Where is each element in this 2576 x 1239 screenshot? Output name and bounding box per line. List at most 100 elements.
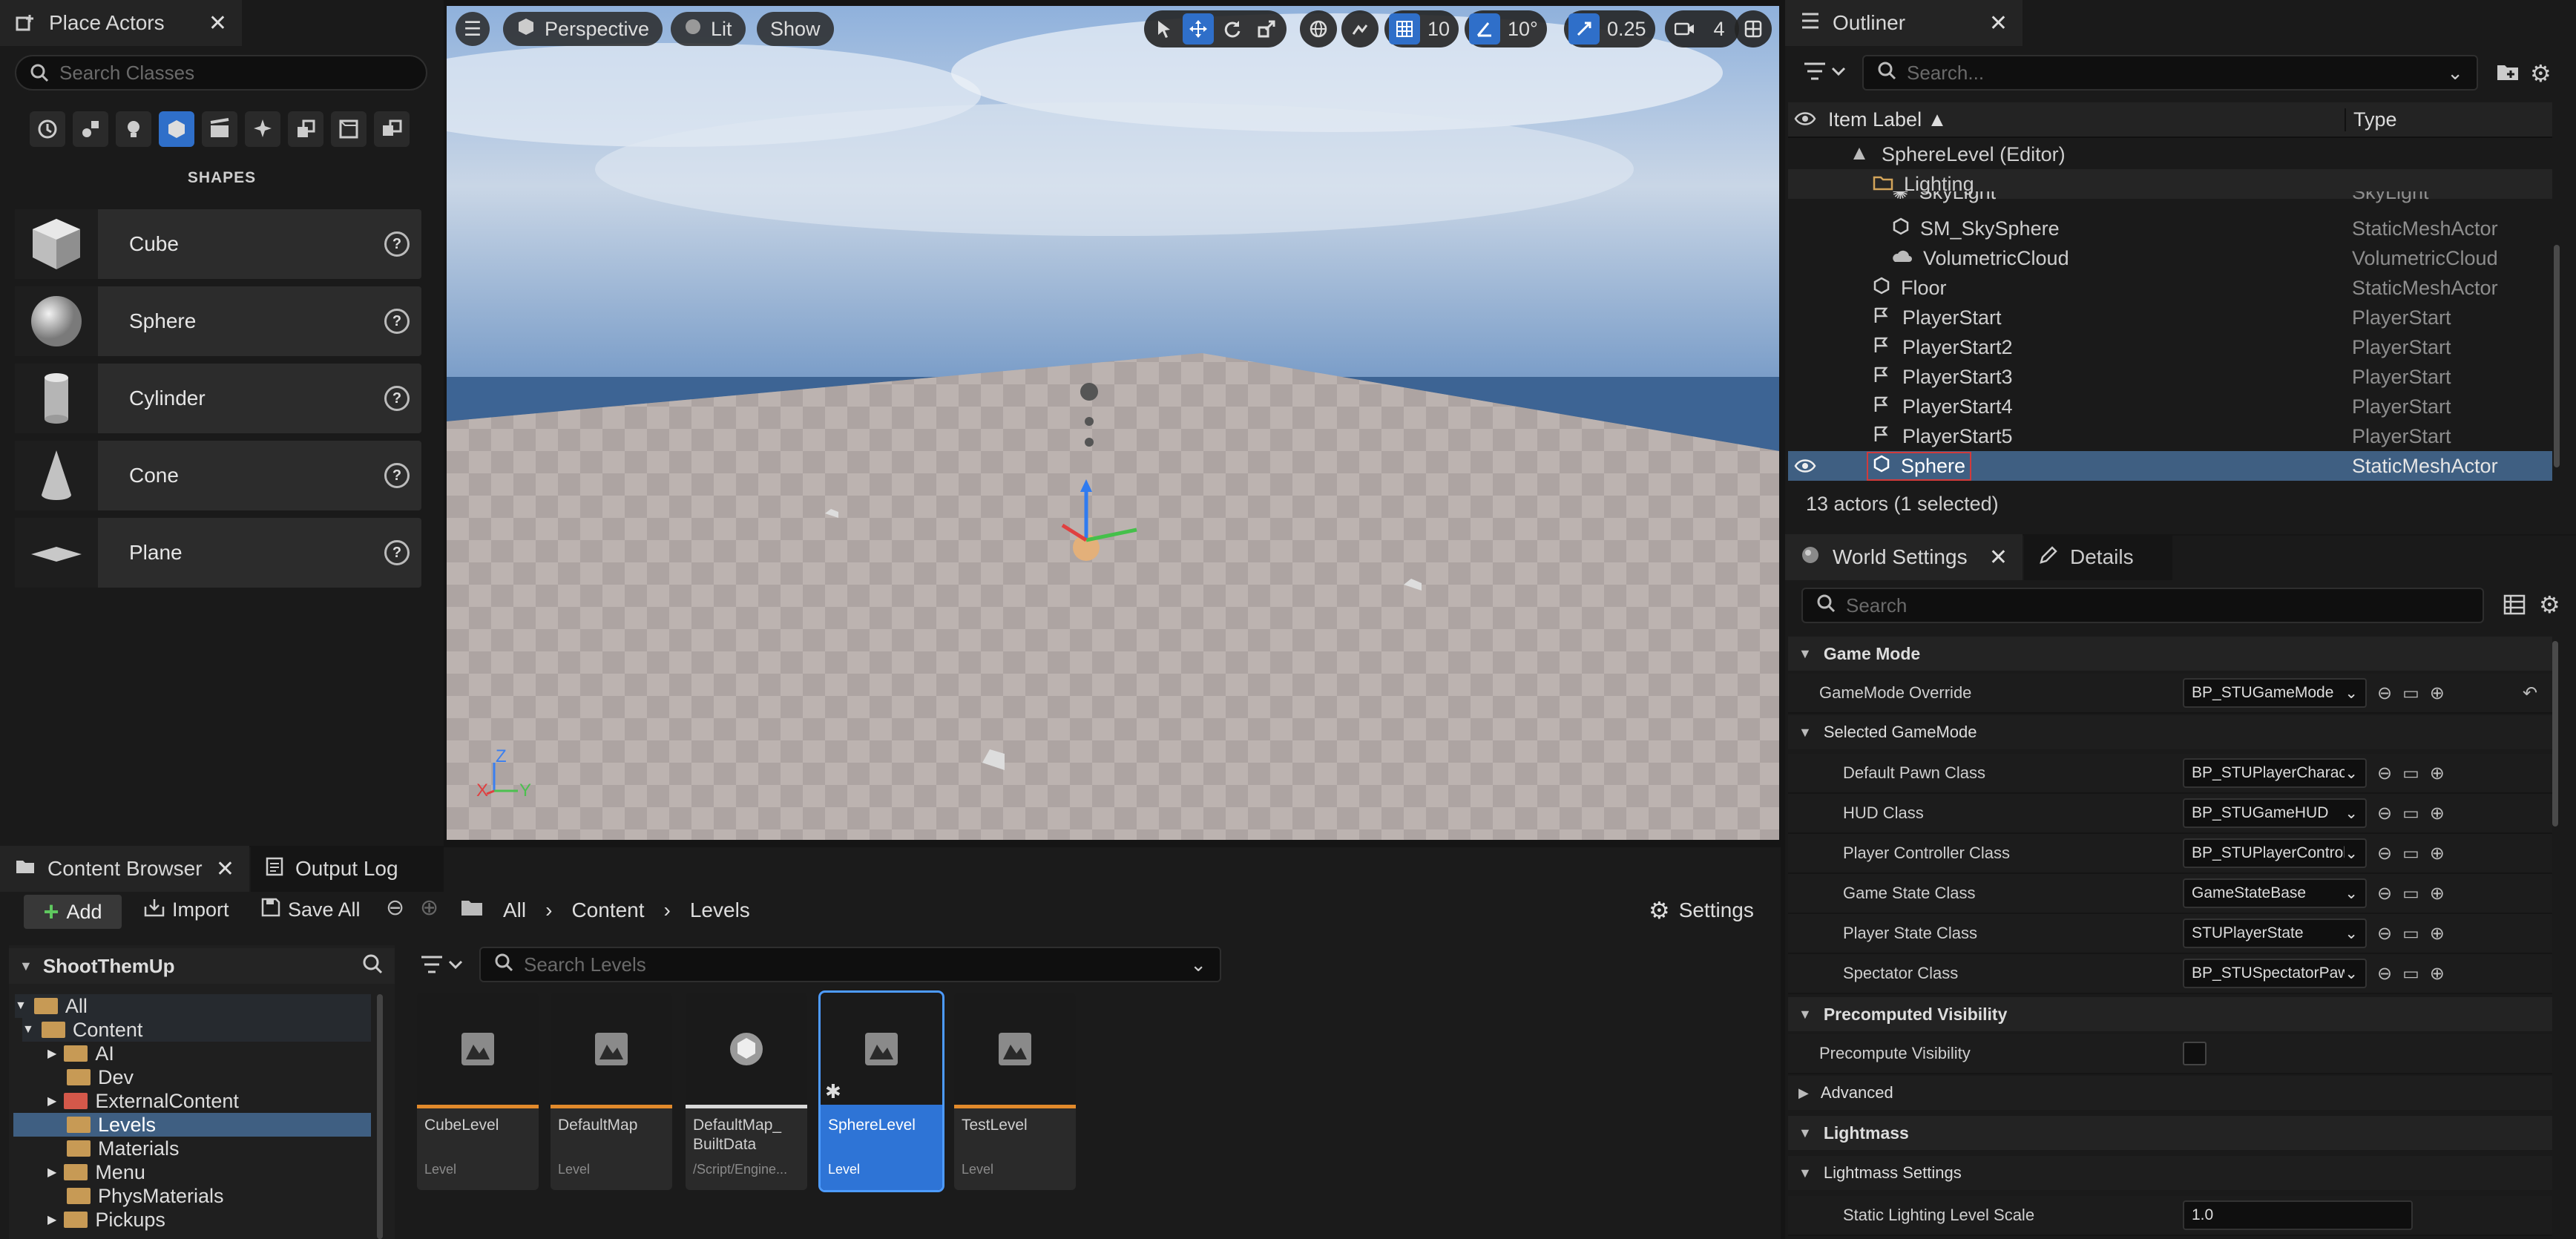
use-selected-icon[interactable]: ⊖ (2377, 803, 2392, 824)
level-viewport[interactable]: Z X Y (447, 6, 1779, 840)
outliner-row-playerstart2[interactable]: PlayerStart2 PlayerStart (1788, 332, 2552, 362)
outliner-row-sm-skysphere[interactable]: SM_SkySphere StaticMeshActor (1788, 214, 2552, 243)
forward-arrow-icon[interactable]: ⊕ (420, 895, 438, 921)
search-classes-input[interactable] (15, 55, 427, 91)
add-circle-icon[interactable]: ⊕ (2430, 883, 2445, 904)
volumes-icon[interactable] (331, 111, 367, 147)
search-levels-field[interactable] (522, 952, 1182, 977)
browse-folder-icon[interactable]: ▭ (2402, 843, 2419, 864)
all-classes-icon[interactable] (374, 111, 410, 147)
grid-snap-value[interactable]: 10 (1423, 13, 1454, 45)
viewport-menu-button[interactable]: ☰ (456, 12, 490, 46)
column-item-label[interactable]: Item Label ▲ (1828, 108, 1947, 131)
details-scrollbar[interactable] (2552, 641, 2558, 826)
section-selected-gamemode[interactable]: ▼ Selected GameMode (1788, 715, 2552, 751)
visibility-eye-icon[interactable] (1794, 110, 1816, 133)
sources-scrollbar[interactable] (377, 994, 383, 1239)
tab-details[interactable]: Details (2024, 534, 2172, 580)
help-icon[interactable]: ? (384, 231, 410, 257)
outliner-row-level[interactable]: SphereLevel (Editor) (1788, 139, 2552, 169)
angle-snap-value[interactable]: 10° (1503, 13, 1542, 45)
use-selected-icon[interactable]: ⊖ (2377, 963, 2392, 985)
search-classes-field[interactable] (58, 60, 413, 85)
section-lightmass[interactable]: ▼ Lightmass (1788, 1116, 2552, 1151)
tree-item-dev[interactable]: Dev (67, 1065, 134, 1089)
outliner-row-volumetric-cloud[interactable]: VolumetricCloud VolumetricCloud (1788, 243, 2552, 273)
gamemode-override-dropdown[interactable]: BP_STUGameMode ⌄ (2183, 678, 2367, 708)
scale-snap-value[interactable]: 0.25 (1603, 13, 1651, 45)
outliner-row-skylight[interactable]: ✺ SkyLight SkyLight (1788, 191, 2552, 209)
use-selected-icon[interactable]: ⊖ (2377, 683, 2392, 704)
help-icon[interactable]: ? (384, 540, 410, 565)
use-selected-icon[interactable]: ⊖ (2377, 763, 2392, 784)
add-circle-icon[interactable]: ⊕ (2430, 963, 2445, 985)
player-state-dropdown[interactable]: STUPlayerState ⌄ (2183, 918, 2367, 948)
hud-class-dropdown[interactable]: BP_STUGameHUD ⌄ (2183, 798, 2367, 828)
section-game-mode[interactable]: ▼ Game Mode (1788, 637, 2552, 672)
browse-folder-icon[interactable]: ▭ (2402, 803, 2419, 824)
cinematic-icon[interactable] (202, 111, 237, 147)
save-all-button[interactable]: Save All (261, 898, 361, 922)
game-state-dropdown[interactable]: GameStateBase ⌄ (2183, 878, 2367, 908)
perspective-button[interactable]: Perspective (503, 12, 663, 46)
outliner-row-playerstart3[interactable]: PlayerStart3 PlayerStart (1788, 362, 2552, 392)
visibility-eye-icon[interactable] (1794, 457, 1816, 480)
filter-icon[interactable] (1803, 58, 1855, 88)
settings-button[interactable]: ⚙ Settings (1649, 896, 1754, 924)
breadcrumb-all[interactable]: All (503, 898, 526, 922)
outliner-scrollbar[interactable] (2554, 245, 2560, 467)
tree-item-pickups[interactable]: ▶ Pickups (47, 1208, 165, 1232)
shape-item-plane[interactable]: Plane ? (15, 518, 421, 588)
outliner-row-playerstart[interactable]: PlayerStart PlayerStart (1788, 303, 2552, 332)
select-tool-icon[interactable] (1149, 13, 1180, 45)
breadcrumb-levels[interactable]: Levels (690, 898, 750, 922)
close-icon[interactable]: ✕ (208, 10, 227, 36)
static-lighting-scale-input[interactable]: 1.0 (2183, 1200, 2413, 1230)
section-lightmass-settings[interactable]: ▼ Lightmass Settings (1788, 1156, 2552, 1192)
show-button[interactable]: Show (757, 12, 834, 46)
sources-header[interactable]: ▼ ShootThemUp (9, 948, 395, 984)
angle-snap-icon[interactable] (1469, 13, 1500, 45)
tree-item-levels[interactable]: Levels (13, 1113, 371, 1137)
browse-folder-icon[interactable]: ▭ (2402, 883, 2419, 904)
camera-icon[interactable] (1669, 13, 1701, 45)
tab-outliner[interactable]: Outliner ✕ (1785, 0, 2023, 46)
shape-item-cylinder[interactable]: Cylinder ? (15, 364, 421, 433)
asset-tile-testlevel[interactable]: TestLevel Level (954, 993, 1076, 1190)
outliner-row-floor[interactable]: Floor StaticMeshActor (1788, 273, 2552, 303)
shape-item-sphere[interactable]: Sphere ? (15, 286, 421, 356)
details-search-field[interactable] (1844, 593, 2469, 618)
close-icon[interactable]: ✕ (1989, 545, 2008, 571)
browse-folder-icon[interactable]: ▭ (2402, 963, 2419, 985)
tab-world-settings[interactable]: World Settings ✕ (1785, 534, 2023, 580)
asset-filter-icon[interactable] (420, 951, 469, 983)
shape-item-cone[interactable]: Cone ? (15, 441, 421, 510)
shapes-icon[interactable] (159, 111, 194, 147)
breadcrumb-content[interactable]: Content (571, 898, 644, 922)
search-levels-input[interactable]: ⌄ (479, 947, 1221, 982)
help-icon[interactable]: ? (384, 309, 410, 334)
precompute-visibility-checkbox[interactable] (2183, 1042, 2207, 1065)
recent-icon[interactable] (30, 111, 65, 147)
spectator-dropdown[interactable]: BP_STUSpectatorPawn ⌄ (2183, 959, 2367, 988)
add-circle-icon[interactable]: ⊕ (2430, 683, 2445, 704)
tree-item-all[interactable]: ▼ All (15, 994, 371, 1018)
move-tool-icon[interactable] (1183, 13, 1214, 45)
add-folder-icon[interactable] (2496, 59, 2520, 88)
browse-folder-icon[interactable]: ▭ (2402, 923, 2419, 944)
outliner-row-playerstart5[interactable]: PlayerStart5 PlayerStart (1788, 421, 2552, 451)
use-selected-icon[interactable]: ⊖ (2377, 883, 2392, 904)
tab-place-actors[interactable]: Place Actors ✕ (0, 0, 242, 46)
close-icon[interactable]: ✕ (216, 856, 234, 882)
visual-effects-icon[interactable] (245, 111, 280, 147)
shape-item-cube[interactable]: Cube ? (15, 209, 421, 279)
outliner-row-playerstart4[interactable]: PlayerStart4 PlayerStart (1788, 392, 2552, 421)
tab-output-log[interactable]: Output Log (251, 846, 444, 892)
tree-item-menu[interactable]: ▶ Menu (47, 1160, 145, 1184)
tree-item-ai[interactable]: ▶ AI (47, 1042, 114, 1065)
use-selected-icon[interactable]: ⊖ (2377, 843, 2392, 864)
asset-tile-cubelevel[interactable]: CubeLevel Level (417, 993, 539, 1190)
tree-item-materials[interactable]: Materials (67, 1137, 180, 1160)
table-view-icon[interactable] (2503, 594, 2526, 621)
settings-gear-icon[interactable]: ⚙ (2539, 591, 2560, 619)
